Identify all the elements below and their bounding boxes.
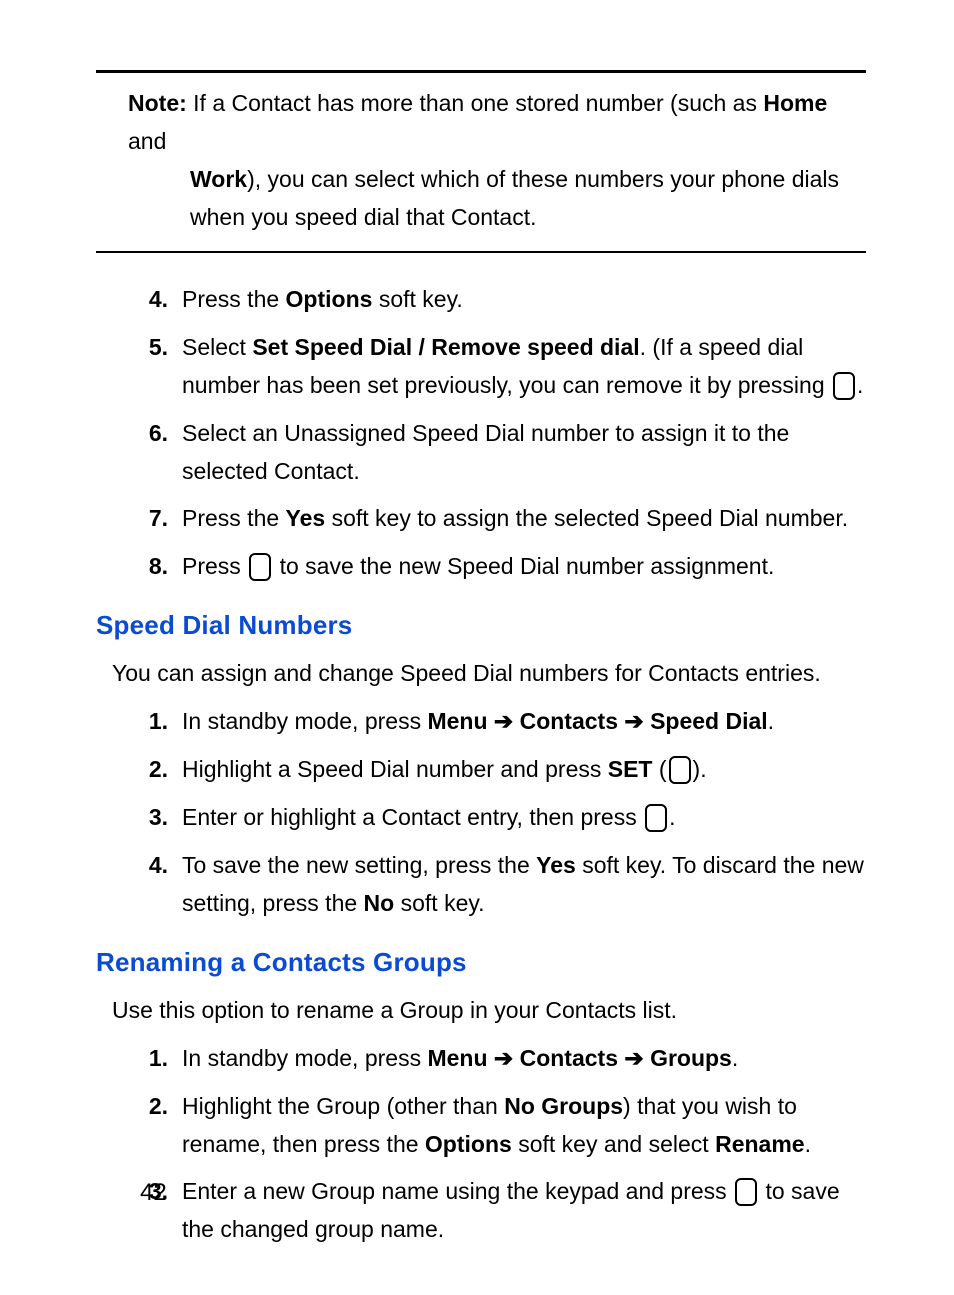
step-bold: Rename: [715, 1131, 804, 1157]
step-bold: SET: [608, 756, 653, 782]
step-text: Select: [182, 334, 252, 360]
ok-key-icon: [645, 804, 667, 832]
intro-speed-dial: You can assign and change Speed Dial num…: [96, 655, 866, 693]
step-bold: Set Speed Dial / Remove speed dial: [252, 334, 639, 360]
ok-key-icon: [249, 553, 271, 581]
nav-path: Menu: [427, 1045, 487, 1071]
note-text-3: ), you can select which of these numbers…: [190, 166, 839, 230]
step-number: 2.: [128, 751, 168, 789]
note-text-2: and: [128, 128, 166, 154]
step-bold: Yes: [286, 505, 326, 531]
rn-step-3: 3. Enter a new Group name using the keyp…: [128, 1173, 866, 1249]
step-text: .: [857, 372, 863, 398]
step-text: In standby mode, press: [182, 1045, 427, 1071]
rn-step-1: 1. In standby mode, press Menu ➔ Contact…: [128, 1040, 866, 1078]
step-text: soft key to assign the selected Speed Di…: [325, 505, 848, 531]
step-text: In standby mode, press: [182, 708, 427, 734]
steps-renaming: 1. In standby mode, press Menu ➔ Contact…: [96, 1040, 866, 1250]
nav-path: Menu: [427, 708, 487, 734]
step-bold: No: [364, 890, 395, 916]
steps-speed-dial: 1. In standby mode, press Menu ➔ Contact…: [96, 703, 866, 923]
step-number: 8.: [128, 548, 168, 586]
step-5: 5. Select Set Speed Dial / Remove speed …: [128, 329, 866, 405]
arrow-icon: ➔: [624, 1045, 643, 1071]
step-text: (: [652, 756, 666, 782]
step-text: soft key.: [372, 286, 462, 312]
sd-step-4: 4. To save the new setting, press the Ye…: [128, 847, 866, 923]
heading-speed-dial-numbers: Speed Dial Numbers: [96, 604, 866, 647]
step-bold: Yes: [536, 852, 576, 878]
steps-continued: 4. Press the Options soft key. 5. Select…: [96, 281, 866, 587]
nav-path: Groups: [650, 1045, 732, 1071]
step-text: To save the new setting, press the: [182, 852, 536, 878]
note-text-1: If a Contact has more than one stored nu…: [193, 90, 763, 116]
note-box: Note: If a Contact has more than one sto…: [96, 70, 866, 253]
intro-renaming: Use this option to rename a Group in you…: [96, 992, 866, 1030]
step-text: .: [732, 1045, 738, 1071]
step-number: 7.: [128, 500, 168, 538]
step-number: 6.: [128, 415, 168, 453]
step-text: .: [669, 804, 675, 830]
sd-step-2: 2. Highlight a Speed Dial number and pre…: [128, 751, 866, 789]
step-number: 1.: [128, 703, 168, 741]
step-text: Press the: [182, 286, 286, 312]
arrow-icon: ➔: [494, 1045, 513, 1071]
sd-step-3: 3. Enter or highlight a Contact entry, t…: [128, 799, 866, 837]
step-text: Select an Unassigned Speed Dial number t…: [182, 420, 789, 484]
ok-key-icon: [833, 372, 855, 400]
step-number: 1.: [128, 1040, 168, 1078]
step-text: .: [805, 1131, 811, 1157]
nav-path: Speed Dial: [650, 708, 768, 734]
step-number: 4.: [128, 847, 168, 885]
step-number: 2.: [128, 1088, 168, 1126]
step-text: Highlight a Speed Dial number and press: [182, 756, 608, 782]
step-text: Press the: [182, 505, 286, 531]
step-6: 6. Select an Unassigned Speed Dial numbe…: [128, 415, 866, 491]
note-work: Work: [190, 166, 247, 192]
note-home: Home: [763, 90, 827, 116]
arrow-icon: ➔: [494, 708, 513, 734]
step-7: 7. Press the Yes soft key to assign the …: [128, 500, 866, 538]
step-bold: Options: [425, 1131, 512, 1157]
step-bold: No Groups: [504, 1093, 623, 1119]
note-label: Note:: [128, 90, 187, 116]
step-4: 4. Press the Options soft key.: [128, 281, 866, 319]
heading-renaming-groups: Renaming a Contacts Groups: [96, 941, 866, 984]
step-text: ).: [693, 756, 707, 782]
page-number: 42: [140, 1173, 167, 1213]
manual-page: Note: If a Contact has more than one sto…: [0, 0, 954, 1295]
step-text: soft key.: [394, 890, 484, 916]
step-text: Highlight the Group (other than: [182, 1093, 504, 1119]
step-8: 8. Press to save the new Speed Dial numb…: [128, 548, 866, 586]
nav-path: Contacts: [520, 708, 618, 734]
nav-path: Contacts: [520, 1045, 618, 1071]
step-number: 5.: [128, 329, 168, 367]
arrow-icon: ➔: [624, 708, 643, 734]
step-text: soft key and select: [512, 1131, 715, 1157]
ok-key-icon: [735, 1178, 757, 1206]
step-text: Enter or highlight a Contact entry, then…: [182, 804, 643, 830]
step-number: 4.: [128, 281, 168, 319]
ok-key-icon: [669, 756, 691, 784]
step-bold: Options: [286, 286, 373, 312]
step-text: to save the new Speed Dial number assign…: [273, 553, 774, 579]
note-content: Note: If a Contact has more than one sto…: [96, 85, 866, 237]
step-text: Enter a new Group name using the keypad …: [182, 1178, 733, 1204]
step-text: Press: [182, 553, 247, 579]
sd-step-1: 1. In standby mode, press Menu ➔ Contact…: [128, 703, 866, 741]
rn-step-2: 2. Highlight the Group (other than No Gr…: [128, 1088, 866, 1164]
step-number: 3.: [128, 799, 168, 837]
step-text: .: [768, 708, 774, 734]
